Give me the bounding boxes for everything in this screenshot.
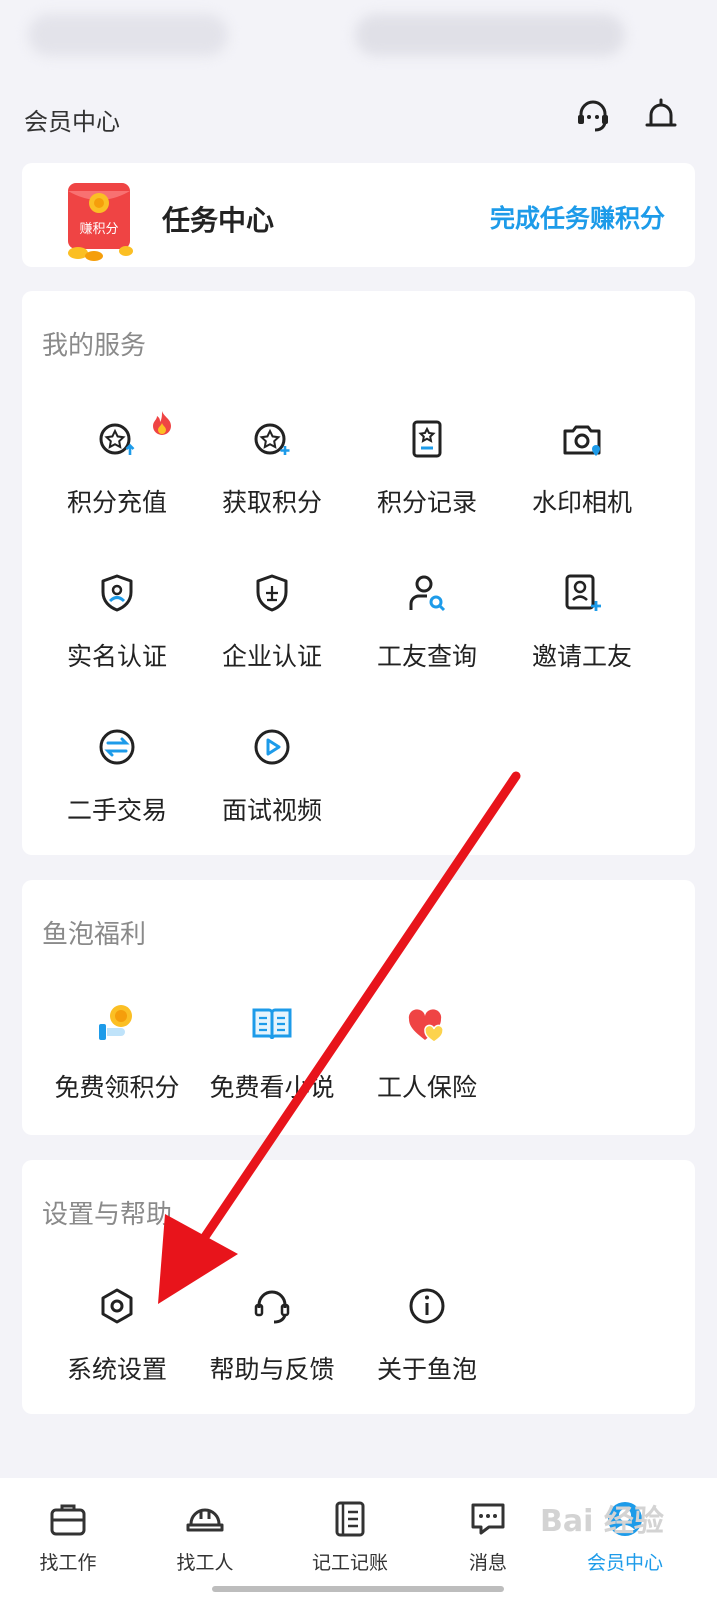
play-circle-icon <box>254 729 290 765</box>
red-envelope-icon: 赚积分 <box>68 183 133 261</box>
task-center-label: 任务中心 <box>162 204 275 237</box>
service-second-hand[interactable]: 二手交易 <box>42 725 192 827</box>
settings-label: 系统设置 <box>66 1355 167 1384</box>
tab-label: 会员中心 <box>586 1552 663 1574</box>
user-search-icon <box>409 575 446 612</box>
service-label: 获取积分 <box>221 488 322 517</box>
service-interview-video[interactable]: 面试视频 <box>197 725 347 827</box>
settings-label: 关于鱼泡 <box>376 1355 477 1384</box>
tab-label: 记工记账 <box>311 1552 388 1574</box>
welfare-label: 免费领积分 <box>54 1073 180 1102</box>
camera-location-icon <box>563 425 601 456</box>
fire-badge-icon <box>153 411 171 435</box>
coin-hand-icon <box>99 1005 132 1040</box>
welfare-free-points[interactable]: 免费领积分 <box>42 1002 192 1104</box>
red-envelope-text: 赚积分 <box>79 221 118 237</box>
about-yupao-button[interactable]: 关于鱼泡 <box>352 1284 502 1386</box>
service-label: 二手交易 <box>66 796 167 825</box>
tab-work-log[interactable]: 记工记账 <box>295 1498 405 1575</box>
headset-icon <box>254 1290 290 1324</box>
section-title: 设置与帮助 <box>42 1200 173 1230</box>
section-title: 我的服务 <box>42 331 147 361</box>
open-book-icon <box>252 1008 292 1040</box>
notebook-icon <box>335 1501 365 1537</box>
page-header: 会员中心 <box>0 92 717 148</box>
service-real-name-auth[interactable]: 实名认证 <box>42 571 192 673</box>
page-title: 会员中心 <box>24 108 120 136</box>
service-get-points[interactable]: 获取积分 <box>197 417 347 519</box>
service-worker-search[interactable]: 工友查询 <box>352 571 502 673</box>
service-invite-worker[interactable]: 邀请工友 <box>507 571 657 673</box>
tab-label: 找工人 <box>176 1552 234 1574</box>
welfare-label: 工人保险 <box>376 1073 477 1102</box>
welfare-worker-insurance[interactable]: 工人保险 <box>352 1002 502 1104</box>
message-icon <box>471 1503 505 1535</box>
blurred-region-right <box>355 14 625 56</box>
bell-icon[interactable] <box>641 96 681 136</box>
service-points-record[interactable]: 积分记录 <box>352 417 502 519</box>
system-settings-button[interactable]: 系统设置 <box>42 1284 192 1386</box>
service-company-auth[interactable]: 企业认证 <box>197 571 347 673</box>
hexagon-settings-icon <box>101 1288 133 1324</box>
status-bar-blurred <box>0 0 717 80</box>
welfare-section: 鱼泡福利 免费领积分 免费看小说 工人保险 <box>22 880 695 1135</box>
exchange-arrows-icon <box>99 729 135 765</box>
watermark: Bai 经验 <box>540 1504 664 1539</box>
briefcase-icon <box>50 1504 86 1536</box>
service-label: 企业认证 <box>221 642 322 671</box>
star-coin-plus-icon <box>254 423 290 455</box>
service-label: 积分记录 <box>376 488 477 517</box>
service-label: 水印相机 <box>531 488 632 517</box>
home-indicator <box>212 1586 504 1592</box>
service-label: 积分充值 <box>66 488 167 517</box>
tab-find-job[interactable]: 找工作 <box>13 1498 123 1575</box>
settings-help-section: 设置与帮助 系统设置 帮助与反馈 关于鱼泡 <box>22 1160 695 1414</box>
customer-service-icon[interactable] <box>573 96 613 136</box>
record-book-icon <box>412 420 442 458</box>
service-label: 面试视频 <box>221 796 322 825</box>
helmet-icon <box>186 1508 224 1532</box>
tab-label: 消息 <box>468 1552 507 1574</box>
shield-user-icon <box>101 574 133 612</box>
heart-insurance-icon <box>408 1009 444 1043</box>
welfare-free-novel[interactable]: 免费看小说 <box>197 1002 347 1104</box>
service-label: 工友查询 <box>376 642 477 671</box>
info-circle-icon <box>409 1288 445 1324</box>
tab-messages[interactable]: 消息 <box>433 1498 543 1575</box>
shield-company-icon <box>256 574 288 612</box>
star-coin-up-icon <box>99 423 135 455</box>
blurred-region-left <box>28 14 228 56</box>
earn-points-link[interactable]: 完成任务赚积分 <box>490 199 665 235</box>
service-watermark-camera[interactable]: 水印相机 <box>507 417 657 519</box>
user-card-plus-icon <box>565 574 601 611</box>
help-feedback-button[interactable]: 帮助与反馈 <box>197 1284 347 1386</box>
task-center-card[interactable]: 赚积分 任务中心 完成任务赚积分 <box>22 163 695 267</box>
welfare-label: 免费看小说 <box>209 1073 335 1102</box>
service-label: 实名认证 <box>66 642 167 671</box>
settings-label: 帮助与反馈 <box>209 1355 335 1384</box>
section-title: 鱼泡福利 <box>42 920 147 950</box>
my-services-section: 我的服务 积分充值 获取积分 积分记录 水印相机 实名认证 企业认证 工友查询 … <box>22 291 695 855</box>
tab-label: 找工作 <box>39 1552 97 1574</box>
tab-find-worker[interactable]: 找工人 <box>150 1498 260 1575</box>
service-label: 邀请工友 <box>531 642 632 671</box>
